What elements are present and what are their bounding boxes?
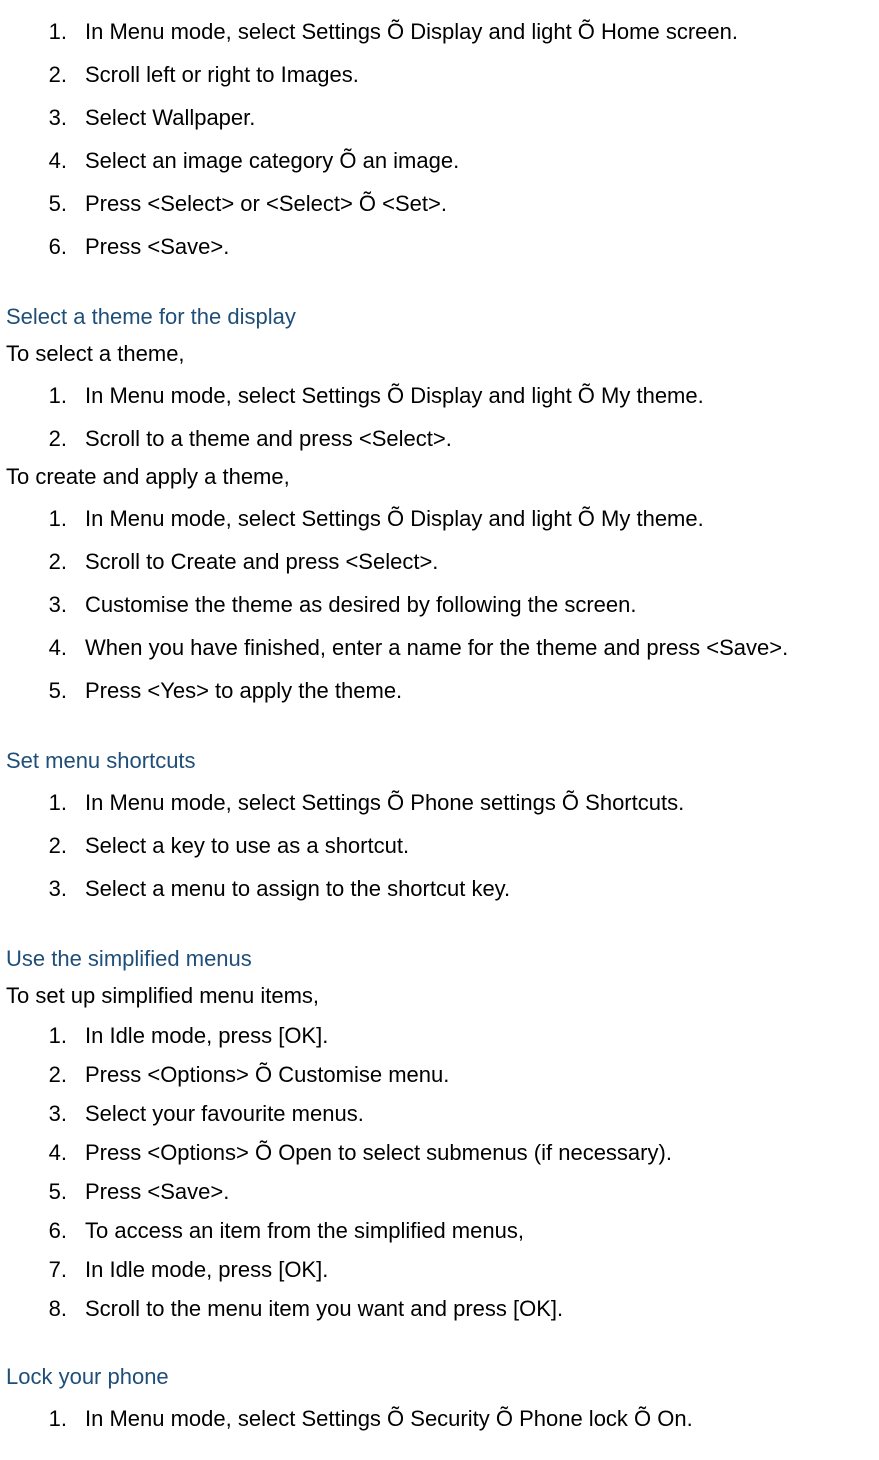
heading-simplified-menus: Use the simplified menus — [0, 942, 879, 975]
list-text: Press <Options> Õ Customise menu. — [85, 1058, 879, 1091]
list-item: 4.Press <Options> Õ Open to select subme… — [0, 1133, 879, 1172]
list-text: In Idle mode, press [OK]. — [85, 1253, 879, 1286]
list-number: 8. — [0, 1292, 85, 1325]
list-item: 4.When you have finished, enter a name f… — [0, 626, 879, 669]
list-item: 6.To access an item from the simplified … — [0, 1211, 879, 1250]
list-text: In Menu mode, select Settings Õ Display … — [85, 502, 879, 535]
list-text: Press <Save>. — [85, 1175, 879, 1208]
list-item: 4.Select an image category Õ an image. — [0, 139, 879, 182]
list-create-theme: 1.In Menu mode, select Settings Õ Displa… — [0, 497, 879, 712]
list-lock-phone: 1.In Menu mode, select Settings Õ Securi… — [0, 1397, 879, 1440]
list-item: 1.In Menu mode, select Settings Õ Displa… — [0, 374, 879, 417]
list-text: Press <Save>. — [85, 230, 879, 263]
list-item: 3.Customise the theme as desired by foll… — [0, 583, 879, 626]
list-item: 7.In Idle mode, press [OK]. — [0, 1250, 879, 1289]
list-text: In Idle mode, press [OK]. — [85, 1019, 879, 1052]
list-number: 1. — [0, 15, 85, 48]
list-item: 1.In Menu mode, select Settings Õ Securi… — [0, 1397, 879, 1440]
list-item: 5.Press <Save>. — [0, 1172, 879, 1211]
list-text: Customise the theme as desired by follow… — [85, 588, 879, 621]
list-number: 5. — [0, 674, 85, 707]
list-item: 6.Press <Save>. — [0, 225, 879, 268]
list-item: 2.Scroll to Create and press <Select>. — [0, 540, 879, 583]
list-text: Scroll to Create and press <Select>. — [85, 545, 879, 578]
list-item: 1.In Idle mode, press [OK]. — [0, 1016, 879, 1055]
list-text: To access an item from the simplified me… — [85, 1214, 879, 1247]
list-text: Press <Options> Õ Open to select submenu… — [85, 1136, 879, 1169]
list-text: In Menu mode, select Settings Õ Display … — [85, 379, 879, 412]
heading-lock-phone: Lock your phone — [0, 1360, 879, 1393]
list-text: Press <Yes> to apply the theme. — [85, 674, 879, 707]
heading-select-theme: Select a theme for the display — [0, 300, 879, 333]
list-item: 5.Press <Yes> to apply the theme. — [0, 669, 879, 712]
list-number: 4. — [0, 631, 85, 664]
list-item: 5.Press <Select> or <Select> Õ <Set>. — [0, 182, 879, 225]
list-number: 5. — [0, 187, 85, 220]
list-item: 1.In Menu mode, select Settings Õ Displa… — [0, 497, 879, 540]
list-number: 6. — [0, 1214, 85, 1247]
list-number: 4. — [0, 144, 85, 177]
list-number: 5. — [0, 1175, 85, 1208]
list-text: When you have finished, enter a name for… — [85, 631, 879, 664]
list-number: 6. — [0, 230, 85, 263]
list-item: 3.Select a menu to assign to the shortcu… — [0, 867, 879, 910]
list-select-theme: 1.In Menu mode, select Settings Õ Displa… — [0, 374, 879, 460]
list-text: Select Wallpaper. — [85, 101, 879, 134]
list-item: 2.Select a key to use as a shortcut. — [0, 824, 879, 867]
list-item: 3.Select your favourite menus. — [0, 1094, 879, 1133]
list-item: 1.In Menu mode, select Settings Õ Displa… — [0, 10, 879, 53]
list-text: Select a key to use as a shortcut. — [85, 829, 879, 862]
intro-text: To set up simplified menu items, — [0, 979, 879, 1012]
list-item: 2.Scroll to a theme and press <Select>. — [0, 417, 879, 460]
list-text: Scroll to a theme and press <Select>. — [85, 422, 879, 455]
list-section-1: 1.In Menu mode, select Settings Õ Displa… — [0, 10, 879, 268]
list-number: 4. — [0, 1136, 85, 1169]
list-number: 2. — [0, 58, 85, 91]
list-text: Press <Select> or <Select> Õ <Set>. — [85, 187, 879, 220]
list-number: 1. — [0, 502, 85, 535]
list-number: 1. — [0, 379, 85, 412]
list-number: 2. — [0, 829, 85, 862]
list-item: 8.Scroll to the menu item you want and p… — [0, 1289, 879, 1328]
list-number: 3. — [0, 1097, 85, 1130]
list-text: Scroll left or right to Images. — [85, 58, 879, 91]
heading-menu-shortcuts: Set menu shortcuts — [0, 744, 879, 777]
list-text: Select an image category Õ an image. — [85, 144, 879, 177]
list-number: 3. — [0, 588, 85, 621]
list-item: 2.Press <Options> Õ Customise menu. — [0, 1055, 879, 1094]
list-number: 3. — [0, 872, 85, 905]
list-simplified-menus: 1.In Idle mode, press [OK]. 2.Press <Opt… — [0, 1016, 879, 1328]
list-number: 1. — [0, 786, 85, 819]
list-item: 1.In Menu mode, select Settings Õ Phone … — [0, 781, 879, 824]
list-text: In Menu mode, select Settings Õ Display … — [85, 15, 879, 48]
list-item: 2.Scroll left or right to Images. — [0, 53, 879, 96]
list-number: 2. — [0, 1058, 85, 1091]
list-text: In Menu mode, select Settings Õ Security… — [85, 1402, 879, 1435]
list-item: 3.Select Wallpaper. — [0, 96, 879, 139]
list-menu-shortcuts: 1.In Menu mode, select Settings Õ Phone … — [0, 781, 879, 910]
list-text: Select a menu to assign to the shortcut … — [85, 872, 879, 905]
intro-text: To select a theme, — [0, 337, 879, 370]
list-number: 1. — [0, 1019, 85, 1052]
list-number: 3. — [0, 101, 85, 134]
list-text: In Menu mode, select Settings Õ Phone se… — [85, 786, 879, 819]
list-text: Select your favourite menus. — [85, 1097, 879, 1130]
intro-text: To create and apply a theme, — [0, 460, 879, 493]
list-number: 1. — [0, 1402, 85, 1435]
list-number: 7. — [0, 1253, 85, 1286]
list-number: 2. — [0, 422, 85, 455]
list-text: Scroll to the menu item you want and pre… — [85, 1292, 879, 1325]
list-number: 2. — [0, 545, 85, 578]
